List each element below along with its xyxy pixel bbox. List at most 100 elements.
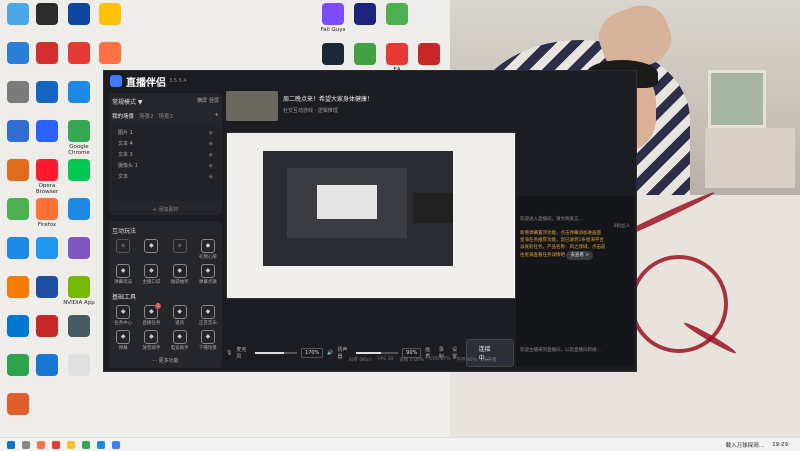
- app-icon: [68, 3, 90, 25]
- desktop-icon[interactable]: [59, 315, 99, 351]
- desktop-icon[interactable]: [59, 354, 99, 390]
- app-icon: [36, 276, 58, 298]
- status-bitrate: 码率 0Kb/s: [349, 358, 372, 363]
- eye-icon[interactable]: ◉: [209, 163, 213, 169]
- taskbar-app-icon[interactable]: [52, 440, 60, 449]
- portrait-tag[interactable]: 竖屏: [209, 98, 219, 104]
- taskbar-app-icon[interactable]: [37, 440, 45, 449]
- tool-button[interactable]: ◆ 任务中心: [109, 305, 137, 326]
- tool-button[interactable]: ◆ 福袋抽奖: [166, 264, 194, 285]
- cover-thumbnail[interactable]: [226, 91, 278, 121]
- app-name: 直播伴侣: [126, 77, 166, 89]
- tool-button[interactable]: ◆ 放音助手: [137, 330, 165, 351]
- eye-icon[interactable]: ◉: [209, 141, 213, 147]
- tab-scene-2[interactable]: 场景2: [139, 112, 154, 120]
- add-scene-icon[interactable]: +: [214, 112, 219, 120]
- tool-button[interactable]: ◆: [166, 239, 194, 260]
- tool-button[interactable]: ◆ 弹幕玩法: [109, 264, 137, 285]
- mic-slider[interactable]: [254, 352, 297, 354]
- tool-label: 直播任务: [142, 321, 161, 326]
- desktop-icon[interactable]: [409, 3, 449, 39]
- mode-dropdown[interactable]: 常规模式 ▼: [112, 97, 143, 106]
- tab-scene-1[interactable]: 我的场景: [112, 112, 134, 120]
- view-task-button[interactable]: 去查看 >: [566, 251, 594, 260]
- tool-icon: ◆: [116, 264, 131, 278]
- taskbar-notice[interactable]: 载入万球探测…: [726, 441, 765, 449]
- folder-icon[interactable]: [67, 440, 75, 449]
- app-icon: [7, 159, 29, 181]
- tool-label: 任务中心: [114, 321, 133, 326]
- taskbar-clock[interactable]: 19:29: [772, 442, 788, 448]
- desktop-icon[interactable]: Google Chrome: [59, 120, 99, 156]
- tool-button[interactable]: ◆: [137, 239, 165, 260]
- app-icon: [68, 198, 90, 220]
- tool-label: 电竞助手: [170, 346, 189, 351]
- app-icon: [7, 120, 29, 142]
- eye-icon[interactable]: ◉: [209, 152, 213, 158]
- tool-icon: ◆: [144, 330, 159, 344]
- tool-icon: ◆: [116, 239, 131, 253]
- tool-button[interactable]: ◆ 主播口袋: [137, 264, 165, 285]
- app-icon: [68, 159, 90, 181]
- app-icon: [36, 3, 58, 25]
- live-category[interactable]: 社交互动游戏 · 逻辑推理: [283, 107, 373, 114]
- desktop-icon[interactable]: [59, 159, 99, 195]
- tool-icon: ◆: [172, 239, 187, 253]
- app-icon: [418, 43, 440, 65]
- mic-value[interactable]: 170%: [300, 348, 324, 358]
- start-icon[interactable]: [7, 440, 15, 449]
- chat-task: 派发的任务。产品名称：风之领域，点击前: [520, 245, 606, 250]
- tool-button[interactable]: ◆ 礼物心愿: [194, 239, 222, 260]
- desktop-icon[interactable]: [59, 81, 99, 117]
- tool-button[interactable]: ◆ 正音音乐: [194, 305, 222, 326]
- tool-button[interactable]: ◆: [109, 239, 137, 260]
- speaker-icon[interactable]: 🔊: [327, 350, 333, 356]
- app-icon: [7, 354, 29, 376]
- add-source-button[interactable]: + 添加素材: [109, 204, 222, 215]
- source-item[interactable]: 文本 3 ◉: [112, 149, 219, 160]
- desktop-icon[interactable]: [59, 237, 99, 273]
- live-info: 周二晚点来！希望大家身体健康！ 社交互动游戏 · 逻辑推理: [226, 91, 514, 131]
- desktop-icon[interactable]: NVIDIA App: [59, 276, 99, 312]
- more-features-button[interactable]: ··· 更多功能: [109, 353, 222, 364]
- tool-button[interactable]: ◆ 弹幕: [109, 330, 137, 351]
- tool-button[interactable]: ◆ 下播场景: [194, 330, 222, 351]
- eye-icon[interactable]: ◉: [209, 130, 213, 136]
- eye-icon[interactable]: ◉: [209, 174, 213, 180]
- desktop-icon[interactable]: [59, 198, 99, 234]
- app-icon: [7, 315, 29, 337]
- tab-scene-3[interactable]: 场景3: [159, 112, 174, 120]
- taskbar-app-icon[interactable]: [97, 440, 105, 449]
- app-icon: [7, 276, 29, 298]
- source-item[interactable]: 文本 ◉: [112, 171, 219, 182]
- search-icon[interactable]: [22, 440, 30, 449]
- app-icon: [68, 42, 90, 64]
- chat-tip: 新增弹幕置顶功能，点击弹幕添加进画面: [520, 231, 601, 236]
- app-icon: [7, 81, 29, 103]
- stream-preview[interactable]: [226, 132, 516, 299]
- source-item[interactable]: 文本 4 ◉: [112, 138, 219, 149]
- tool-button[interactable]: ◆ 弹幕点歌: [194, 264, 222, 285]
- tool-button[interactable]: ◆ 1 直播任务: [137, 303, 165, 326]
- source-item[interactable]: 图片 1 ◉: [112, 127, 219, 138]
- tool-button[interactable]: ◆ 道具: [166, 305, 194, 326]
- tool-button[interactable]: ◆ 电竞助手: [166, 330, 194, 351]
- landscape-tag[interactable]: 横屏: [197, 98, 207, 104]
- source-item[interactable]: 摄像头 1 ◉: [112, 160, 219, 171]
- live-companion-taskbar-icon[interactable]: [112, 440, 120, 449]
- chat-welcome: 欢迎进入直播间，请文明发言…: [520, 217, 583, 222]
- app-icon: [68, 120, 90, 142]
- desktop-icon-label: [59, 105, 99, 117]
- live-title[interactable]: 周二晚点来！希望大家身体健康！: [283, 94, 373, 103]
- left-panel: 常规模式 ▼ 横屏 竖屏 我的场景 场景2 场景3 + 图片 1 ◉ 文本 4 ◉ …: [109, 93, 222, 368]
- app-icon: [36, 198, 58, 220]
- tool-label: 弹幕: [118, 346, 128, 351]
- desktop-icon-label: [59, 339, 99, 351]
- desktop-icon[interactable]: [0, 393, 38, 429]
- speaker-slider[interactable]: [355, 352, 399, 354]
- app-icon: [386, 43, 408, 65]
- desktop-icon[interactable]: [90, 3, 130, 39]
- mic-icon[interactable]: 🎙: [226, 350, 232, 356]
- chrome-icon[interactable]: [82, 440, 90, 449]
- scene-card: 常规模式 ▼ 横屏 竖屏 我的场景 场景2 场景3 + 图片 1 ◉ 文本 4 ◉ …: [109, 93, 222, 215]
